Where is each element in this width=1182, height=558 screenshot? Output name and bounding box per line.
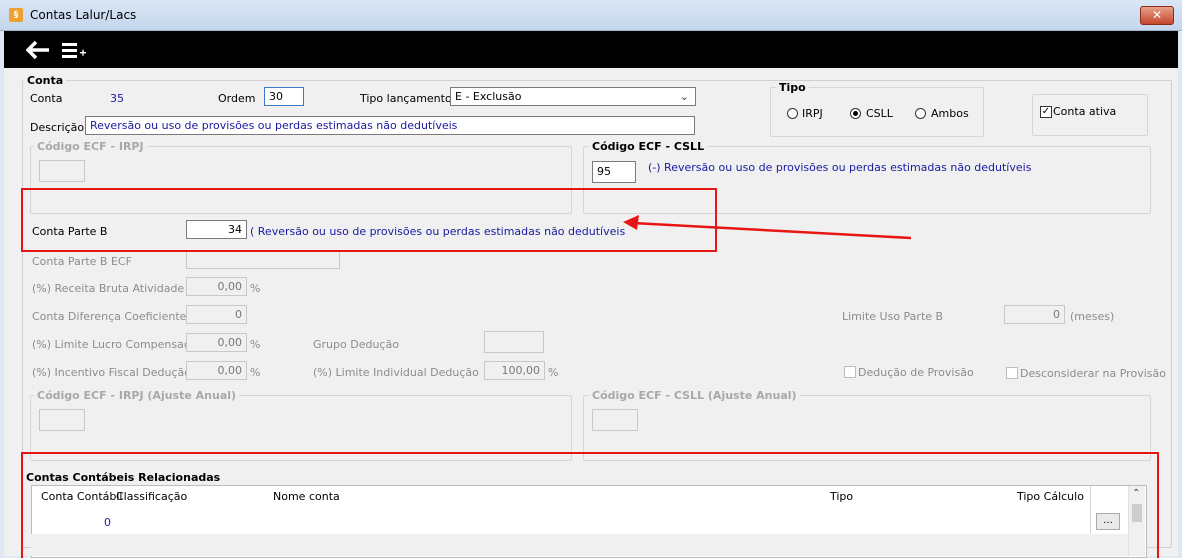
tipo-lancamento-select[interactable]: E - Exclusão ⌄ <box>450 87 696 106</box>
parte-b-ecf-label: Conta Parte B ECF <box>32 255 132 268</box>
conta-ativa-checkbox[interactable]: ✓ <box>1040 106 1052 118</box>
title-bar <box>0 0 1182 31</box>
receita-bruta-input[interactable]: 0,00 <box>186 277 247 296</box>
descricao-input[interactable]: Reversão ou uso de provisões ou perdas e… <box>85 116 695 135</box>
radio-csll[interactable] <box>850 108 861 119</box>
close-icon: ✕ <box>1151 8 1163 22</box>
check-icon: ✓ <box>1041 106 1051 117</box>
limite-uso-meses: (meses) <box>1070 310 1115 323</box>
ecf-irpj-anual-title: Código ECF - IRPJ (Ajuste Anual) <box>34 389 240 402</box>
conta-group-title: Conta <box>24 74 67 87</box>
menu-button[interactable] <box>62 42 88 60</box>
limite-uso-input[interactable]: 0 <box>1004 305 1065 324</box>
radio-ambos[interactable] <box>915 108 926 119</box>
incentivo-input[interactable]: 0,00 <box>186 361 247 380</box>
window-title: Contas Lalur/Lacs <box>30 8 137 22</box>
ecf-csll-input[interactable]: 95 <box>592 161 636 183</box>
limite-individual-label: (%) Limite Individual Dedução <box>313 366 479 379</box>
ecf-csll-anual-title: Código ECF - CSLL (Ajuste Anual) <box>589 389 800 402</box>
deducao-provisao-label: Dedução de Provisão <box>858 366 974 379</box>
highlight-box-parte-b <box>21 188 717 252</box>
diferenca-coef-input[interactable]: 0 <box>186 305 247 324</box>
limite-individual-input[interactable]: 100,00 <box>484 361 545 380</box>
ecf-csll-desc: (-) Reversão ou uso de provisões ou perd… <box>648 161 1032 174</box>
desconsiderar-label: Desconsiderar na Provisão <box>1020 367 1166 380</box>
incentivo-label: (%) Incentivo Fiscal Dedução <box>32 366 192 379</box>
radio-irpj[interactable] <box>787 108 798 119</box>
ecf-irpj-input[interactable] <box>39 160 85 182</box>
tipo-lancamento-value: E - Exclusão <box>455 90 522 103</box>
tipo-lancamento-label: Tipo lançamento <box>360 92 452 105</box>
highlight-box-contas-relacionadas <box>21 452 1159 558</box>
ecf-irpj-anual-input[interactable] <box>39 409 85 431</box>
deducao-provisao-checkbox[interactable] <box>844 366 856 378</box>
conta-ativa-label: Conta ativa <box>1053 105 1117 118</box>
grupo-deducao-label: Grupo Dedução <box>313 338 399 351</box>
conta-value: 35 <box>110 92 124 105</box>
desconsiderar-checkbox[interactable] <box>1006 367 1018 379</box>
limite-lucro-input[interactable]: 0,00 <box>186 333 247 352</box>
radio-csll-label: CSLL <box>866 107 893 120</box>
ecf-irpj-title: Código ECF - IRPJ <box>34 140 147 153</box>
chevron-down-icon: ⌄ <box>679 90 689 103</box>
arrow-left-icon <box>25 40 49 60</box>
radio-irpj-label: IRPJ <box>802 107 823 120</box>
limite-lucro-percent: % <box>250 338 261 351</box>
ordem-input[interactable]: 30 <box>264 87 304 106</box>
app-icon: § <box>9 8 23 22</box>
toolbar <box>4 31 1178 68</box>
grupo-deducao-input[interactable] <box>484 331 544 353</box>
limite-lucro-label: (%) Limite Lucro Compensação <box>32 338 204 351</box>
receita-bruta-percent: % <box>250 282 261 295</box>
ecf-csll-title: Código ECF - CSLL <box>589 140 708 153</box>
parte-b-ecf-input[interactable] <box>186 250 340 269</box>
incentivo-percent: % <box>250 366 261 379</box>
back-button[interactable] <box>25 40 50 64</box>
limite-individual-percent: % <box>548 366 559 379</box>
ordem-label: Ordem <box>218 92 256 105</box>
descricao-label: Descrição <box>30 121 85 134</box>
conta-label: Conta <box>30 92 63 105</box>
close-button[interactable]: ✕ <box>1140 6 1174 25</box>
limite-uso-label: Limite Uso Parte B <box>842 310 944 323</box>
ecf-csll-anual-input[interactable] <box>592 409 638 431</box>
radio-ambos-label: Ambos <box>931 107 969 120</box>
receita-bruta-label: (%) Receita Bruta Atividade <box>32 282 185 295</box>
annotation-arrow <box>623 215 912 240</box>
tipo-group-title: Tipo <box>776 81 809 94</box>
diferenca-coef-label: Conta Diferença Coeficiente <box>32 310 187 323</box>
list-add-icon <box>62 43 86 58</box>
